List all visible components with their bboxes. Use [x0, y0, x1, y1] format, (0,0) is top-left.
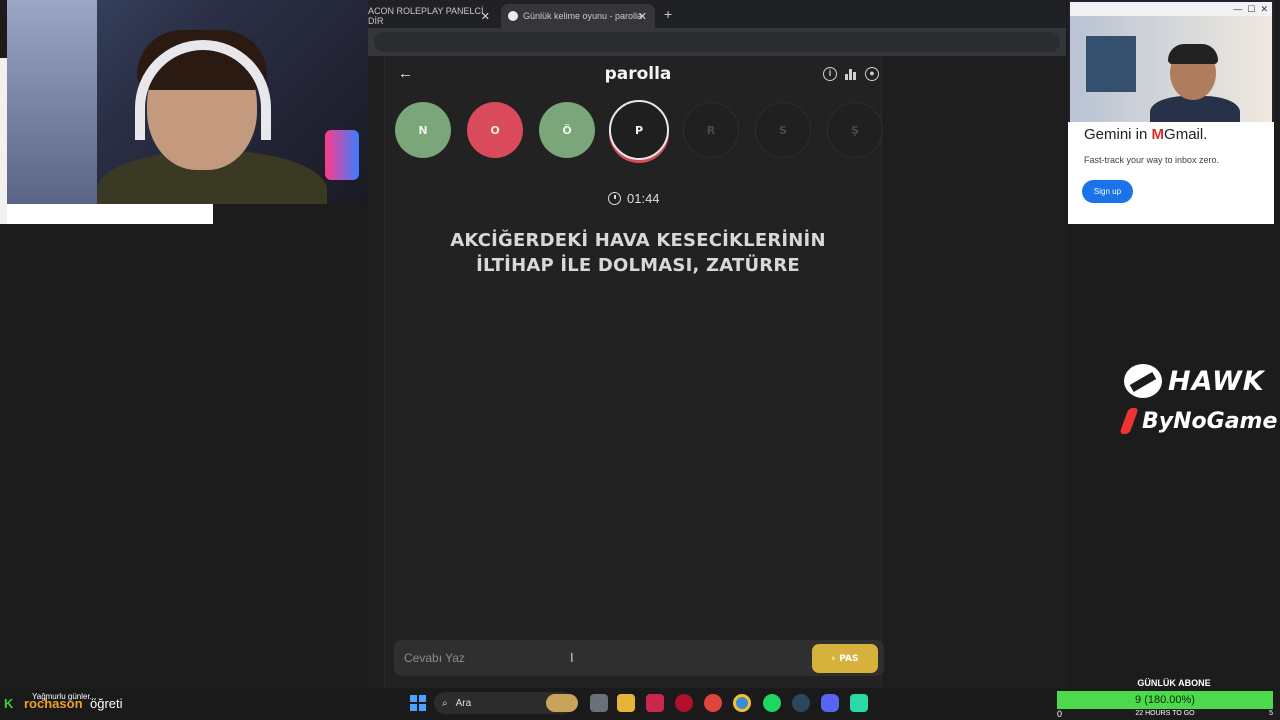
discord-icon[interactable]: [821, 694, 839, 712]
ticker-word: öğreti: [90, 696, 123, 711]
letter-circle: O: [467, 102, 523, 158]
letter-char: N: [418, 123, 428, 137]
background-wall: [7, 0, 97, 204]
chevron-right-icon: ›: [831, 653, 836, 664]
tab-label: Günlük kelime oyunu - parolla: [523, 11, 643, 21]
tab-panel[interactable]: ACON ROLEPLAY PANELCİ DİR ✕: [368, 4, 498, 28]
file-explorer-icon[interactable]: [617, 694, 635, 712]
profile-icon[interactable]: ●: [865, 67, 879, 81]
ad-headline-text: Gemini in: [1084, 126, 1152, 143]
letter-circle: R: [683, 102, 739, 158]
pass-button[interactable]: › PAS: [812, 644, 878, 673]
hawk-logo-icon: [1124, 364, 1162, 398]
gmail-m-icon: M: [1151, 126, 1165, 143]
tab-parolla[interactable]: Günlük kelime oyunu - parolla ✕: [501, 4, 655, 28]
sign-up-button[interactable]: Sign up: [1082, 180, 1133, 203]
bynogame-sponsor: ByNoGame: [1120, 408, 1277, 434]
letter-track: N O Ö P R S Ş: [395, 100, 885, 160]
letter-char: P: [634, 123, 644, 137]
tab-label: ACON ROLEPLAY PANELCİ DİR: [368, 6, 484, 26]
taskbar-search-label: Ara: [455, 697, 472, 709]
timer: 01:44: [608, 189, 678, 207]
question-line: İLTİHAP İLE DOLMASI, ZATÜRRE: [476, 255, 800, 276]
question-text: AKCİĞERDEKİ HAVA KESECİKLERİNİN İLTİHAP …: [420, 228, 856, 278]
info-icon[interactable]: i: [823, 67, 837, 81]
letter-char: R: [706, 123, 716, 137]
letter-circle: Ö: [539, 102, 595, 158]
kick-badge: K: [4, 696, 14, 711]
close-icon[interactable]: ✕: [638, 10, 647, 23]
subgoal-remaining: 22 HOURS TO GO: [1135, 710, 1195, 717]
question-line: AKCİĞERDEKİ HAVA KESECİKLERİNİN: [450, 230, 826, 251]
close-icon[interactable]: ✕: [481, 10, 490, 23]
window-controls: — ☐ ✕: [1070, 2, 1272, 16]
letter-char: O: [490, 123, 500, 137]
hawk-sponsor: HAWK: [1124, 364, 1265, 398]
letter-char: Ö: [562, 123, 572, 137]
overlay-edge: [0, 58, 7, 224]
timer-value: 01:44: [627, 190, 660, 206]
favicon-icon: [508, 11, 518, 21]
opera-icon[interactable]: [675, 694, 693, 712]
ticker-name: rochason: [24, 696, 83, 711]
webcam-scene: [1070, 16, 1272, 122]
subgoal-value: 9 (180.00%): [1135, 694, 1195, 706]
ad-subtext: Fast-track your way to inbox zero.: [1084, 155, 1220, 165]
gmail-ad: Gemini in MGmail. Fast-track your way to…: [1068, 122, 1274, 224]
app-icon[interactable]: [704, 694, 722, 712]
page-title: parolla: [604, 64, 672, 84]
subgoal-bar: 9 (180.00%): [1057, 691, 1273, 709]
url-field[interactable]: [374, 32, 1060, 52]
clock-icon: [608, 191, 621, 205]
steam-icon[interactable]: [792, 694, 810, 712]
hawk-text: HAWK: [1168, 365, 1265, 397]
text-cursor-icon: I: [570, 650, 574, 665]
bynogame-text: ByNoGame: [1142, 408, 1278, 434]
bynogame-logo-icon: [1120, 408, 1140, 434]
browser-tabbar: ACON ROLEPLAY PANELCİ DİR ✕ Günlük kelim…: [368, 0, 1066, 28]
subgoal-meta: 0 22 HOURS TO GO 5: [1057, 709, 1273, 720]
search-icon: ⌕: [442, 697, 448, 709]
poster: [1086, 36, 1136, 92]
subgoal-max: 5: [1269, 710, 1273, 717]
spotify-icon[interactable]: [763, 694, 781, 712]
stats-icon[interactable]: [844, 67, 858, 81]
app-icon[interactable]: [646, 694, 664, 712]
pass-label: PAS: [839, 653, 859, 664]
letter-circle-current: P: [609, 100, 669, 160]
webcam-right: — ☐ ✕: [1068, 0, 1274, 124]
webcam-strip: [7, 204, 213, 224]
guest-hair: [1168, 44, 1218, 64]
back-arrow-icon[interactable]: ←: [398, 66, 414, 82]
chrome-icon[interactable]: [733, 694, 751, 712]
answer-bar: I › PAS: [394, 640, 884, 676]
ad-brand: Gmail.: [1164, 126, 1208, 143]
subgoal-label: GÜNLÜK ABONE: [1137, 678, 1211, 688]
address-bar: [368, 28, 1066, 56]
answer-input[interactable]: [404, 648, 704, 668]
letter-circle: N: [395, 102, 451, 158]
new-tab-button[interactable]: +: [664, 6, 672, 22]
app-icon[interactable]: [850, 694, 868, 712]
letter-char: S: [779, 123, 787, 137]
windows-start-icon[interactable]: [410, 695, 426, 711]
webcam-left: [7, 0, 368, 204]
guest-body: [1150, 96, 1240, 122]
ad-headline: Gemini in MGmail.: [1084, 126, 1207, 143]
widget-icon[interactable]: [546, 694, 578, 712]
letter-circle: S: [755, 102, 811, 158]
letter-circle: Ş: [827, 102, 883, 158]
letter-char: Ş: [851, 123, 859, 137]
rgb-lamp: [325, 130, 359, 180]
task-view-icon[interactable]: [590, 694, 608, 712]
